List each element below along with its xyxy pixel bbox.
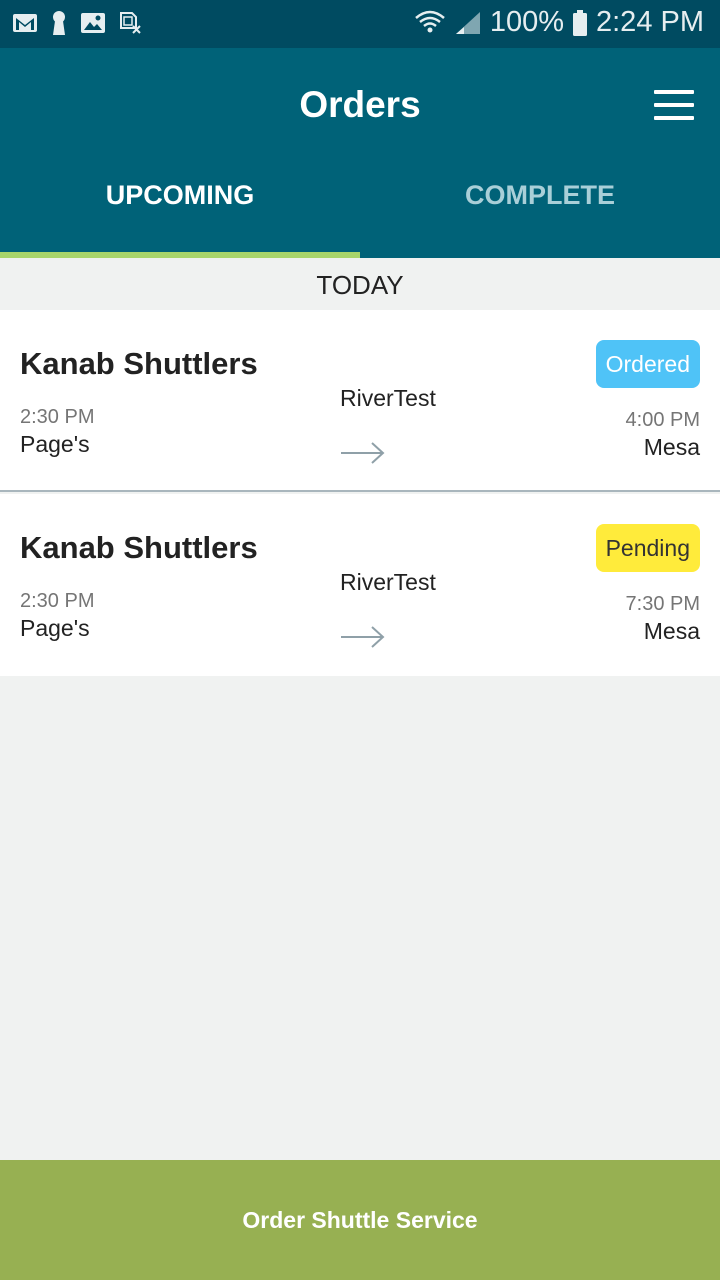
pickup-time: 2:30 PM bbox=[20, 406, 95, 428]
status-badge: Ordered bbox=[595, 340, 700, 388]
sim-card-icon bbox=[120, 12, 141, 34]
pickup-time: 2:30 PM bbox=[20, 590, 95, 612]
gmail-icon bbox=[13, 14, 37, 32]
tab-upcoming[interactable]: UPCOMING bbox=[0, 158, 360, 258]
battery-icon bbox=[573, 9, 587, 36]
pickup-location: Page's bbox=[20, 615, 90, 641]
clock: 2:24 PM bbox=[596, 6, 704, 38]
keyhole-icon bbox=[53, 11, 65, 35]
hamburger-menu-icon[interactable] bbox=[654, 90, 694, 120]
status-bar: 100% 2:24 PM bbox=[0, 0, 720, 48]
order-shuttle-service-button[interactable]: Order Shuttle Service bbox=[0, 1160, 720, 1280]
company-name: Kanab Shuttlers bbox=[20, 530, 258, 565]
arrow-right-icon bbox=[341, 442, 385, 464]
pickup-location: Page's bbox=[20, 431, 90, 457]
system-indicators: 100% 2:24 PM bbox=[414, 6, 704, 39]
tab-complete-label: COMPLETE bbox=[464, 180, 615, 210]
battery-percent: 100% bbox=[489, 6, 564, 38]
dropoff-time: 7:30 PM bbox=[625, 593, 700, 615]
tab-bar: UPCOMING COMPLETE bbox=[0, 158, 720, 258]
wifi-icon bbox=[415, 10, 445, 32]
section-header-today: TODAY bbox=[316, 270, 404, 300]
dropoff-location: Mesa bbox=[643, 434, 700, 460]
trip-name: RiverTest bbox=[340, 385, 436, 411]
trip-name: RiverTest bbox=[340, 569, 436, 595]
order-card[interactable]: Kanab Shuttlers 2:30 PM Page's RiverTest… bbox=[0, 310, 720, 492]
signal-icon bbox=[455, 11, 480, 34]
image-icon bbox=[81, 13, 105, 33]
page-title: Orders bbox=[299, 84, 421, 125]
dropoff-location: Mesa bbox=[643, 618, 700, 644]
company-name: Kanab Shuttlers bbox=[20, 346, 258, 381]
tab-complete[interactable]: COMPLETE bbox=[360, 158, 720, 258]
dropoff-time: 4:00 PM bbox=[625, 409, 700, 431]
notification-icons bbox=[12, 10, 142, 36]
order-card[interactable]: Kanab Shuttlers 2:30 PM Page's RiverTest… bbox=[0, 494, 720, 676]
arrow-right-icon bbox=[341, 626, 385, 648]
app-bar: Orders UPCOMING COMPLETE bbox=[0, 48, 720, 258]
tab-upcoming-label: UPCOMING bbox=[105, 180, 255, 210]
status-badge: Pending bbox=[595, 524, 700, 572]
